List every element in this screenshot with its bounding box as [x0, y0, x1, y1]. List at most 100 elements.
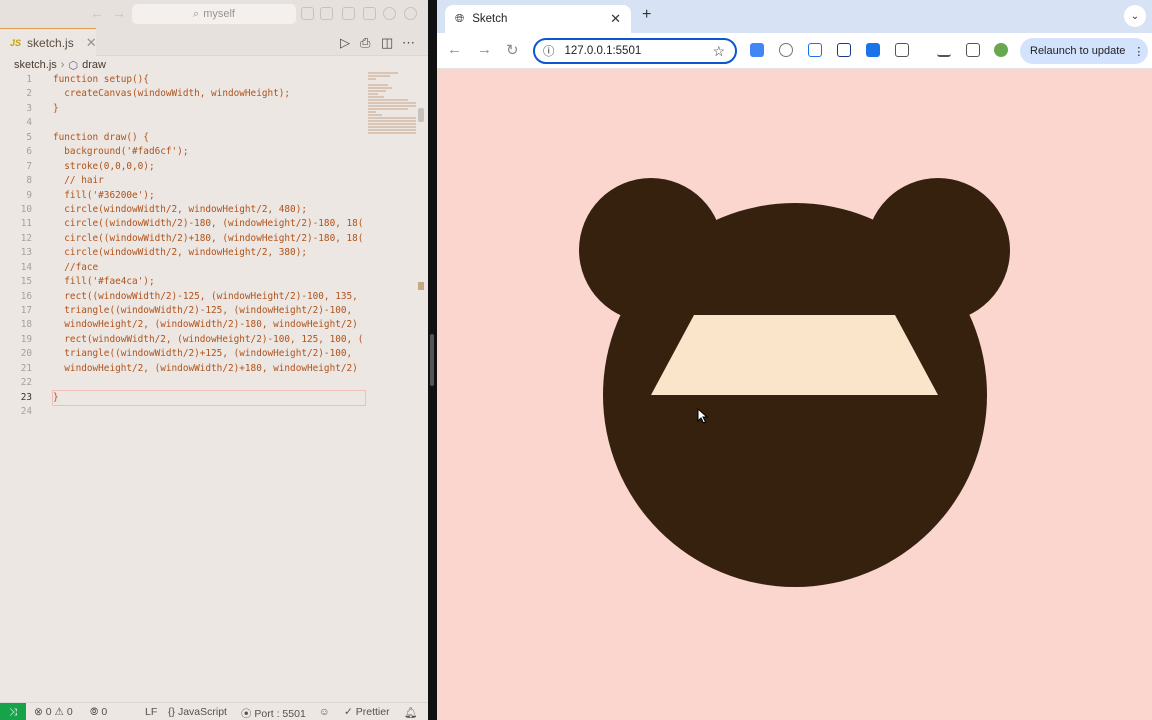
braces-icon: {} — [168, 706, 176, 718]
forward-arrow-icon[interactable]: → — [477, 41, 492, 58]
code-line[interactable]: 8 // hair — [0, 174, 367, 188]
grid-extension-icon[interactable] — [808, 43, 822, 57]
tab-sketch[interactable]: 🌐︎ Sketch ✕ — [445, 5, 631, 33]
code-line[interactable]: 7 stroke(0,0,0,0); — [0, 160, 367, 174]
code-line[interactable]: 17 triangle((windowWidth/2)-125, (window… — [0, 304, 367, 318]
side-panel-icon[interactable] — [966, 43, 980, 57]
back-arrow-icon[interactable]: ← — [447, 41, 462, 58]
settings-gear-icon[interactable] — [404, 7, 417, 20]
editor-title-bar: ← → ⌕ myself — [0, 0, 428, 28]
copilot-icon[interactable]: ☺ — [319, 706, 330, 718]
reading-list-icon[interactable] — [937, 43, 951, 57]
relaunch-to-update-button[interactable]: Relaunch to update ⋮ — [1020, 38, 1148, 64]
line-number: 15 — [20, 276, 32, 288]
divider-handle[interactable] — [430, 334, 434, 386]
code-line[interactable]: 4 — [0, 116, 367, 130]
code-line[interactable]: 20 triangle((windowWidth/2)+125, (window… — [0, 347, 367, 361]
p5-sketch-canvas[interactable] — [437, 70, 1152, 720]
close-icon[interactable]: ✕ — [610, 11, 621, 27]
language-mode[interactable]: {} JavaScript — [168, 706, 227, 718]
layout-sidebar-icon[interactable] — [301, 7, 314, 20]
code-line[interactable]: 10 circle(windowWidth/2, windowHeight/2,… — [0, 203, 367, 217]
code-line[interactable]: 12 circle((windowWidth/2)+180, (windowHe… — [0, 232, 367, 246]
code-line[interactable]: 6 background('#fad6cf'); — [0, 145, 367, 159]
code-line[interactable]: 2 createCanvas(windowWidth, windowHeight… — [0, 87, 367, 101]
code-line[interactable]: 13 circle(windowWidth/2, windowHeight/2,… — [0, 246, 367, 260]
minimap-line — [368, 87, 392, 89]
code-line[interactable]: 15 fill('#fae4ca'); — [0, 275, 367, 289]
code-line[interactable]: 23} — [0, 389, 367, 407]
layout-panel-icon[interactable] — [320, 7, 333, 20]
forward-arrow-icon[interactable]: → — [112, 5, 126, 21]
editor-scrollbar[interactable] — [418, 108, 424, 122]
code-line[interactable]: 24 — [0, 405, 367, 419]
javascript-file-icon: JS — [10, 37, 22, 48]
dashboard-extension-icon[interactable] — [866, 43, 880, 57]
shield-extension-icon[interactable] — [779, 43, 793, 57]
more-actions-icon[interactable]: ⋯ — [402, 35, 415, 51]
code-editor-window: ← → ⌕ myself JS sketch.js ✕ ▷ ⎙ ◫ ⋯ sket… — [0, 0, 428, 720]
minimap[interactable] — [368, 72, 418, 134]
prettier-label: Prettier — [355, 706, 390, 718]
breadcrumb-file[interactable]: sketch.js — [14, 59, 57, 71]
close-icon[interactable]: ✕ — [86, 35, 97, 51]
run-icon[interactable]: ▷ — [340, 35, 350, 51]
back-arrow-icon[interactable]: ← — [90, 5, 104, 21]
line-code: } — [52, 389, 366, 407]
crop-extension-icon[interactable] — [837, 43, 851, 57]
line-number: 22 — [20, 377, 32, 389]
bell-icon[interactable]: 🔔︎ — [404, 706, 417, 719]
port-label: Port : 5501 — [254, 708, 306, 720]
warning-count: 0 — [66, 706, 73, 718]
line-number: 4 — [26, 117, 32, 129]
split-editor-icon[interactable]: ◫ — [381, 35, 393, 51]
layout-customize-icon[interactable] — [363, 7, 376, 20]
layout-secondary-icon[interactable] — [342, 7, 355, 20]
problems-indicator[interactable]: ⊗ 0 ⚠ 0 — [34, 706, 73, 718]
remote-icon[interactable]: ⤨ — [0, 703, 26, 720]
bookmark-star-icon[interactable]: ☆ — [712, 43, 725, 60]
tab-sketch-js[interactable]: JS sketch.js ✕ — [0, 28, 97, 56]
code-line[interactable]: 11 circle((windowWidth/2)-180, (windowHe… — [0, 217, 367, 231]
kebab-menu-icon[interactable]: ⋮ — [1133, 45, 1144, 58]
line-code: windowHeight/2, (windowWidth/2)-180, win… — [53, 319, 358, 331]
site-info-icon[interactable]: ⓘ — [543, 43, 555, 59]
tab-search-chevron-icon[interactable]: ⌄ — [1124, 5, 1146, 27]
line-number: 5 — [26, 131, 32, 143]
puzzle-extensions-icon[interactable] — [895, 43, 909, 57]
minimap-line — [368, 102, 416, 104]
code-line[interactable]: 9 fill('#36200e'); — [0, 189, 367, 203]
profile-avatar[interactable] — [994, 43, 1008, 57]
eol-indicator[interactable]: LF — [145, 706, 157, 718]
browser-window: 🌐︎ Sketch ✕ + ⌄ ← → ↻ ⓘ 127.0.0.1:5501 ☆… — [437, 0, 1152, 720]
reload-icon[interactable]: ↻ — [506, 41, 519, 59]
prettier-indicator[interactable]: ✓ Prettier — [344, 706, 390, 718]
translate-extension-icon[interactable] — [750, 43, 764, 57]
code-area[interactable]: 1 function setup(){2 createCanvas(windowW… — [0, 73, 367, 423]
code-line[interactable]: 22 — [0, 376, 367, 390]
ports-indicator[interactable]: ⦾ 0 — [90, 706, 107, 719]
command-center-search[interactable]: ⌕ myself — [132, 4, 296, 24]
live-server-port[interactable]: ⦿ Port : 5501 — [241, 706, 306, 720]
code-line[interactable]: 1 function setup(){ — [0, 73, 367, 87]
address-bar[interactable]: ⓘ 127.0.0.1:5501 ☆ — [533, 38, 737, 64]
sketch-drawing — [437, 70, 1152, 720]
code-line[interactable]: 5 function draw() { — [0, 131, 367, 145]
code-line[interactable]: 14 //face — [0, 261, 367, 275]
print-icon[interactable]: ⎙ — [360, 35, 370, 51]
new-tab-plus-icon[interactable]: + — [642, 6, 651, 24]
line-code: rect((windowWidth/2)-125, (windowHeight/… — [53, 290, 358, 302]
code-line[interactable]: 3} — [0, 102, 367, 116]
line-number: 1 — [26, 74, 32, 85]
account-icon[interactable] — [383, 7, 396, 20]
code-line[interactable]: 19 rect(windowWidth/2, (windowHeight/2)-… — [0, 333, 367, 347]
line-number: 20 — [20, 348, 32, 360]
breadcrumb-symbol[interactable]: draw — [82, 59, 106, 71]
code-line[interactable]: 21 windowHeight/2, (windowWidth/2)+180, … — [0, 362, 367, 376]
code-line[interactable]: 18 windowHeight/2, (windowWidth/2)-180, … — [0, 318, 367, 332]
code-line[interactable]: 16 rect((windowWidth/2)-125, (windowHeig… — [0, 290, 367, 304]
chevron-right-icon: › — [60, 59, 65, 71]
minimap-line — [368, 111, 376, 113]
browser-toolbar: ← → ↻ ⓘ 127.0.0.1:5501 ☆ Relaunch to upd… — [437, 33, 1152, 69]
line-code: fill('#36200e'); — [53, 189, 155, 201]
